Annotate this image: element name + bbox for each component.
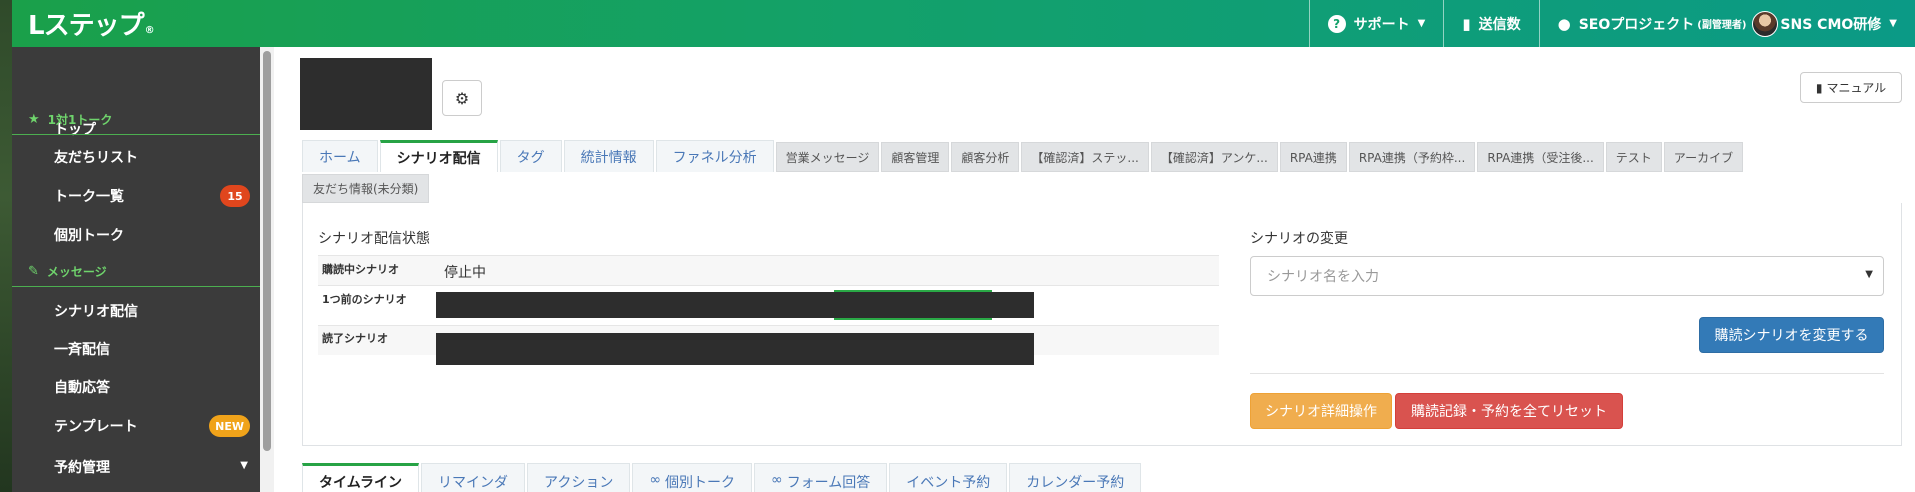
scrollbar-thumb[interactable] [263,51,271,451]
scenario-name-select[interactable]: シナリオ名を入力 ▼ [1250,256,1884,296]
support-menu[interactable]: ? サポート ▼ [1308,0,1444,47]
tab-bar: ホーム シナリオ配信 タグ 統計情報 ファネル分析 営業メッセージ 顧客管理 顧… [302,140,1745,172]
tab-stats[interactable]: 統計情報 [563,140,654,172]
header-nav: ? サポート ▼ ▮ 送信数 ● SEOプロジェクト (副管理者) SNS CM… [1308,0,1915,47]
tab-friend-info[interactable]: 友だち情報(未分類) [302,174,430,203]
background-strip [0,0,12,492]
sidebar-section-label: メッセージ [46,265,107,279]
project-label: SEOプロジェクト [1578,16,1695,33]
tab-test[interactable]: テスト [1605,142,1662,172]
manual-label: マニュアル [1826,81,1887,95]
tab-archive[interactable]: アーカイブ [1663,142,1744,172]
sidebar-item-label: トーク一覧 [54,189,124,205]
sidebar: トップ ★ 1対1トーク 友だちリスト トーク一覧 15 個別トーク ✎ メッセ… [12,47,260,492]
tab-scenario[interactable]: シナリオ配信 [379,140,498,172]
manual-button[interactable]: ▮ マニュアル [1800,72,1902,103]
sidebar-item-scenario-delivery[interactable]: シナリオ配信 [12,292,260,330]
scenario-thumbnail [300,58,432,130]
user-icon: ● [1557,14,1571,33]
account-label: SNS CMO研修 [1780,16,1882,33]
previous-scenario-redacted [436,292,1034,318]
tab-funnel[interactable]: ファネル分析 [655,140,774,172]
sidebar-item-individual-talk[interactable]: 個別トーク [12,216,260,254]
bottom-tab-bar: タイムライン リマインダ アクション ∞ 個別トーク ∞ フォーム回答 イベント… [302,463,1143,492]
tab-label: フォーム回答 [786,475,871,491]
chevron-down-icon: ▼ [1865,269,1873,280]
support-label: サポート [1353,16,1410,33]
tab-confirmed-survey[interactable]: 【確認済】アンケ... [1150,142,1278,172]
scenario-select-placeholder: シナリオ名を入力 [1267,269,1379,285]
sidebar-item-talk-list[interactable]: トーク一覧 15 [12,177,260,215]
scenario-change-title: シナリオの変更 [1250,231,1348,247]
previous-scenario-label: 1つ前のシナリオ [322,293,407,306]
book-icon: ▮ [1815,80,1823,95]
settings-button[interactable]: ⚙ [442,80,482,116]
chevron-down-icon: ▼ [1889,18,1897,29]
tab-action[interactable]: アクション [527,463,631,492]
finished-scenario-label: 読了シナリオ [322,332,388,345]
tab-form-answers[interactable]: ∞ フォーム回答 [754,463,888,492]
sidebar-item-template[interactable]: テンプレート NEW [12,407,260,445]
chevron-down-icon: ▼ [240,460,248,471]
sidebar-section-one-on-one: ★ 1対1トーク [12,105,260,135]
sidebar-item-reservation[interactable]: 予約管理 ▼ [12,448,260,486]
reset-records-button[interactable]: 購読記録・予約を全てリセット [1395,393,1623,429]
sidebar-item-label: 一斉配信 [54,342,110,358]
link-icon: ∞ [649,472,662,488]
tab-tag[interactable]: タグ [499,140,562,172]
tab-label: 個別トーク [665,475,736,491]
star-icon: ★ [28,112,40,127]
sidebar-item-label: テンプレート [54,419,138,435]
chevron-down-icon: ▼ [1417,18,1426,29]
tab-calendar-reservation[interactable]: カレンダー予約 [1009,463,1142,492]
project-role: (副管理者) [1697,20,1747,31]
tab-rpa-order[interactable]: RPA連携（受注後... [1477,142,1604,172]
logo-registered-mark: ® [144,25,155,36]
tab-confirmed-step[interactable]: 【確認済】ステッ... [1021,142,1149,172]
scenario-status-title: シナリオ配信状態 [318,231,430,247]
tab-event-reservation[interactable]: イベント予約 [889,463,1008,492]
bar-chart-icon: ▮ [1462,14,1471,33]
change-scenario-button[interactable]: 購読シナリオを変更する [1699,317,1884,353]
new-badge: NEW [209,415,250,437]
top-header: Lステップ ® ? サポート ▼ ▮ 送信数 ● SEOプロジェクト (副管理者… [12,0,1915,47]
sidebar-item-label: シナリオ配信 [54,304,138,320]
sidebar-section-message: ✎ メッセージ [12,257,260,287]
tab-customer-management[interactable]: 顧客管理 [881,142,950,172]
tab-bar-row-2: 友だち情報(未分類) [302,174,431,203]
sidebar-item-label: 友だちリスト [54,150,138,166]
tab-timeline[interactable]: タイムライン [302,463,420,492]
tab-individual-talk[interactable]: ∞ 個別トーク [632,463,753,492]
tab-home[interactable]: ホーム [302,140,378,172]
sidebar-section-label: 1対1トーク [47,113,113,127]
tab-rpa[interactable]: RPA連携 [1279,142,1347,172]
logo-text: Lステップ [28,10,145,41]
current-scenario-label: 購読中シナリオ [322,263,399,276]
sidebar-item-label: 自動応答 [54,380,110,396]
app-logo[interactable]: Lステップ ® [28,6,155,41]
question-icon: ? [1327,14,1346,33]
scenario-detail-button[interactable]: シナリオ詳細操作 [1250,393,1392,429]
tab-rpa-reservation[interactable]: RPA連携（予約枠... [1348,142,1476,172]
avatar [1752,10,1779,37]
account-menu[interactable]: ● SEOプロジェクト (副管理者) SNS CMO研修 ▼ [1538,0,1915,47]
current-scenario-value: 停止中 [444,265,486,281]
megaphone-icon: ✎ [28,264,39,279]
sidebar-item-label: 予約管理 [54,460,110,476]
sidebar-item-label: 個別トーク [54,228,124,244]
link-icon: ∞ [771,472,783,488]
tab-customer-analysis[interactable]: 顧客分析 [951,142,1020,172]
send-count-label: 送信数 [1478,16,1521,33]
tab-reminder[interactable]: リマインダ [421,463,526,492]
finished-scenario-redacted [436,333,1034,365]
sidebar-scrollbar[interactable] [260,47,274,492]
tab-sales-message[interactable]: 営業メッセージ [775,142,880,172]
send-count-link[interactable]: ▮ 送信数 [1443,0,1538,47]
sidebar-item-friends-list[interactable]: 友だちリスト [12,138,260,176]
sidebar-item-broadcast[interactable]: 一斉配信 [12,330,260,368]
sidebar-item-auto-reply[interactable]: 自動応答 [12,368,260,406]
unread-count-badge: 15 [220,185,250,207]
panel-divider [1250,373,1884,374]
gear-icon: ⚙ [454,88,470,108]
